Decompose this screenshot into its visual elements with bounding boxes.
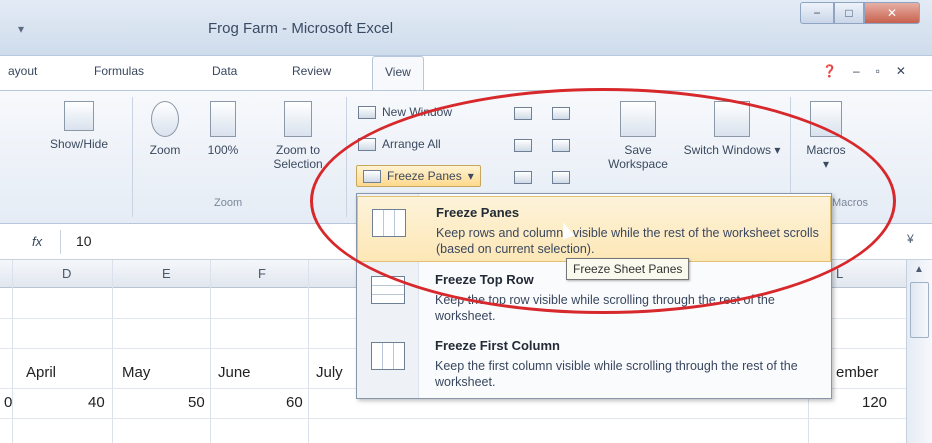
vertical-scrollbar[interactable]: ▲ [906,260,932,443]
gridline [112,260,113,443]
cell-l-value[interactable]: 120 [862,394,887,411]
menu-item-description: Keep the first column visible while scro… [435,359,798,389]
tab-page-layout[interactable]: ayout [8,64,37,78]
tab-data[interactable]: Data [212,64,237,78]
insert-function-icon[interactable]: fx [32,234,42,249]
zoom-to-selection-label: Zoom to Selection [273,143,323,171]
show-hide-button[interactable]: Show/Hide [34,101,124,151]
menu-item-freeze-first-column[interactable]: Freeze First Column Keep the first colum… [357,330,831,396]
zoom-label: Zoom [149,143,181,157]
zoom-group-label: Zoom [214,197,243,209]
zoom-button[interactable]: Zoom [140,101,190,157]
excel-window: ▾ Frog Farm - Microsoft Excel − □ ✕ ayou… [0,0,932,443]
cell-d-month[interactable]: April [26,364,56,381]
gridline [0,418,906,419]
tab-formulas[interactable]: Formulas [94,64,144,78]
cell-f-month[interactable]: June [218,364,251,381]
minimize-button[interactable]: − [800,2,834,24]
gridline [12,260,13,443]
close-button[interactable]: ✕ [864,2,920,24]
menu-item-title: Freeze First Column [435,338,560,353]
cell-l-month[interactable]: ember [836,364,879,381]
column-header-e[interactable]: E [162,266,171,281]
window-controls: − □ ✕ [800,2,926,26]
ribbon-window-controls: ❓ – ▫ ✕ [822,64,906,78]
gridline [308,260,309,443]
formula-bar-divider [60,230,61,254]
cell-g-month[interactable]: July [316,364,343,381]
column-header-f[interactable]: F [258,266,266,281]
formula-input[interactable]: 10 [76,233,92,249]
ribbon-minimize-icon[interactable]: – [853,64,860,78]
page-100-icon [210,101,236,137]
zoom-100-label: 100% [207,143,239,157]
magnifier-icon [151,101,179,137]
zoom-100-button[interactable]: 100% [198,101,248,157]
ribbon-close-icon[interactable]: ✕ [896,64,906,78]
gridline [210,260,211,443]
freeze-first-column-icon [371,342,405,370]
maximize-button[interactable]: □ [834,2,864,24]
show-hide-label: Show/Hide [49,137,109,151]
ribbon-restore-icon[interactable]: ▫ [876,64,880,78]
window-title: Frog Farm - Microsoft Excel [208,20,394,37]
scroll-up-icon[interactable]: ▲ [914,264,924,275]
scrollbar-thumb[interactable] [910,282,929,338]
ribbon-tabs: ayout Formulas Data Review View ❓ – ▫ ✕ [0,56,932,90]
cell-f-value[interactable]: 60 [286,394,303,411]
cell-c-value[interactable]: 0 [4,394,12,411]
cell-e-value[interactable]: 50 [188,394,205,411]
quick-access-arrow-icon[interactable]: ▾ [18,22,24,36]
tab-review[interactable]: Review [292,64,331,78]
column-header-d[interactable]: D [62,266,71,281]
cell-e-month[interactable]: May [122,364,150,381]
group-divider [132,97,133,217]
title-bar: ▾ Frog Farm - Microsoft Excel − □ ✕ [0,0,932,56]
zoom-selection-icon [284,101,312,137]
tab-view[interactable]: View [372,56,424,90]
show-hide-icon [64,101,94,131]
cell-d-value[interactable]: 40 [88,394,105,411]
expand-formula-bar-icon[interactable]: ¥ [907,232,914,246]
new-window-icon [358,105,376,119]
zoom-to-selection-button[interactable]: Zoom to Selection [258,101,338,171]
highlight-annotation [310,88,896,314]
help-icon[interactable]: ❓ [822,64,837,78]
